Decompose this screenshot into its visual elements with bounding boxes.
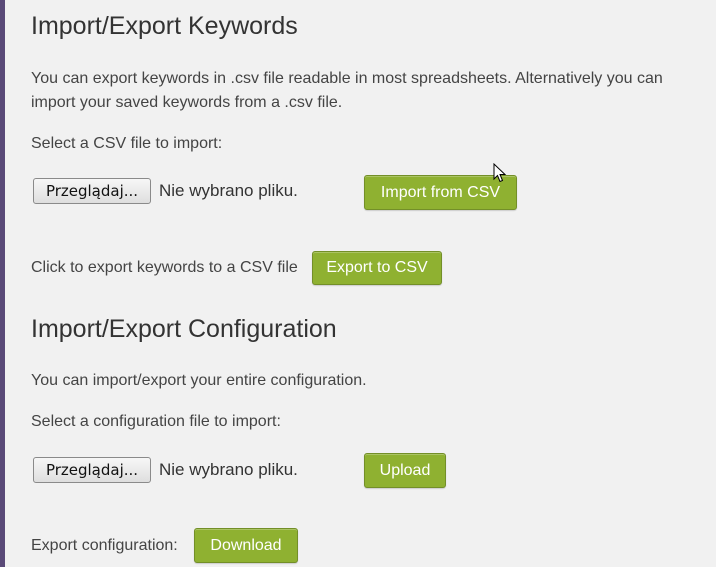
configuration-export-text: Export configuration: bbox=[31, 537, 178, 554]
configuration-file-input[interactable]: Przeglądaj... Nie wybrano pliku. bbox=[33, 457, 298, 483]
keywords-description: You can export keywords in .csv file rea… bbox=[31, 70, 663, 111]
configuration-section-title: Import/Export Configuration bbox=[31, 315, 337, 343]
configuration-description: You can import/export your entire config… bbox=[31, 372, 367, 389]
keywords-browse-button[interactable]: Przeglądaj... bbox=[33, 178, 151, 204]
keywords-section-title: Import/Export Keywords bbox=[31, 12, 298, 40]
keywords-file-input[interactable]: Przeglądaj... Nie wybrano pliku. bbox=[33, 178, 298, 204]
configuration-browse-button[interactable]: Przeglądaj... bbox=[33, 457, 151, 483]
upload-button[interactable]: Upload bbox=[364, 453, 446, 488]
left-border bbox=[0, 0, 5, 567]
configuration-select-label: Select a configuration file to import: bbox=[31, 413, 281, 430]
download-button[interactable]: Download bbox=[194, 528, 298, 563]
configuration-no-file-text: Nie wybrano pliku. bbox=[159, 460, 298, 479]
mouse-pointer-icon bbox=[493, 163, 507, 183]
keywords-no-file-text: Nie wybrano pliku. bbox=[159, 181, 298, 200]
keywords-export-text: Click to export keywords to a CSV file bbox=[31, 259, 298, 276]
export-to-csv-button[interactable]: Export to CSV bbox=[312, 251, 442, 285]
keywords-select-label: Select a CSV file to import: bbox=[31, 135, 223, 152]
